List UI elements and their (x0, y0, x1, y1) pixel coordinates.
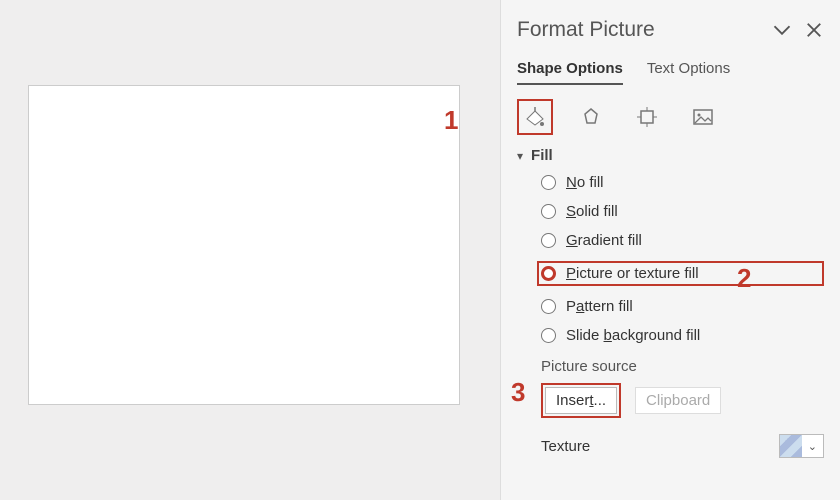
radio-label: Solid fill (566, 203, 618, 220)
texture-swatch-icon (780, 435, 802, 457)
radio-icon (541, 299, 556, 314)
chevron-down-icon: ⌄ (802, 440, 823, 453)
radio-icon (541, 328, 556, 343)
size-icon[interactable] (629, 99, 665, 135)
clipboard-button: Clipboard (635, 387, 721, 414)
fill-section-label: Fill (531, 147, 553, 164)
effects-icon[interactable] (573, 99, 609, 135)
step-annotation-2: 2 (737, 263, 751, 294)
fill-section-header[interactable]: ▾ Fill (517, 147, 824, 164)
fill-option-no-fill[interactable]: No fill (541, 174, 824, 191)
step-annotation-3: 3 (511, 377, 525, 408)
fill-option-picture-texture-fill[interactable]: Picture or texture fill (537, 261, 824, 286)
collapse-icon[interactable] (772, 20, 792, 40)
category-icons (517, 99, 824, 135)
slide-page (28, 85, 460, 405)
fill-option-pattern-fill[interactable]: Pattern fill (541, 298, 824, 315)
radio-icon (541, 204, 556, 219)
radio-label: Slide background fill (566, 327, 700, 344)
texture-dropdown[interactable]: ⌄ (779, 434, 824, 458)
radio-label: Pattern fill (566, 298, 633, 315)
radio-icon (541, 233, 556, 248)
texture-label: Texture (541, 438, 590, 455)
radio-icon (541, 175, 556, 190)
tab-text-options[interactable]: Text Options (647, 60, 730, 85)
fill-option-solid-fill[interactable]: Solid fill (541, 203, 824, 220)
radio-icon (541, 266, 556, 281)
fill-option-slide-background-fill[interactable]: Slide background fill (541, 327, 824, 344)
fill-options: No fill Solid fill Gradient fill Picture… (541, 174, 824, 344)
radio-label: Gradient fill (566, 232, 642, 249)
fill-option-gradient-fill[interactable]: Gradient fill (541, 232, 824, 249)
pane-title: Format Picture (517, 18, 760, 42)
picture-icon[interactable] (685, 99, 721, 135)
picture-source-label: Picture source (541, 358, 824, 375)
editor-canvas: 1 (0, 0, 500, 500)
close-icon[interactable] (804, 20, 824, 40)
fill-line-icon[interactable] (517, 99, 553, 135)
step-annotation-1: 1 (444, 105, 458, 136)
option-tabs: Shape Options Text Options (517, 60, 824, 85)
insert-button[interactable]: Insert... (545, 387, 617, 414)
chevron-down-icon: ▾ (517, 149, 523, 163)
tab-shape-options[interactable]: Shape Options (517, 60, 623, 85)
format-picture-pane: Format Picture Shape Options Text Option… (500, 0, 840, 500)
radio-label: Picture or texture fill (566, 265, 699, 282)
radio-label: No fill (566, 174, 604, 191)
